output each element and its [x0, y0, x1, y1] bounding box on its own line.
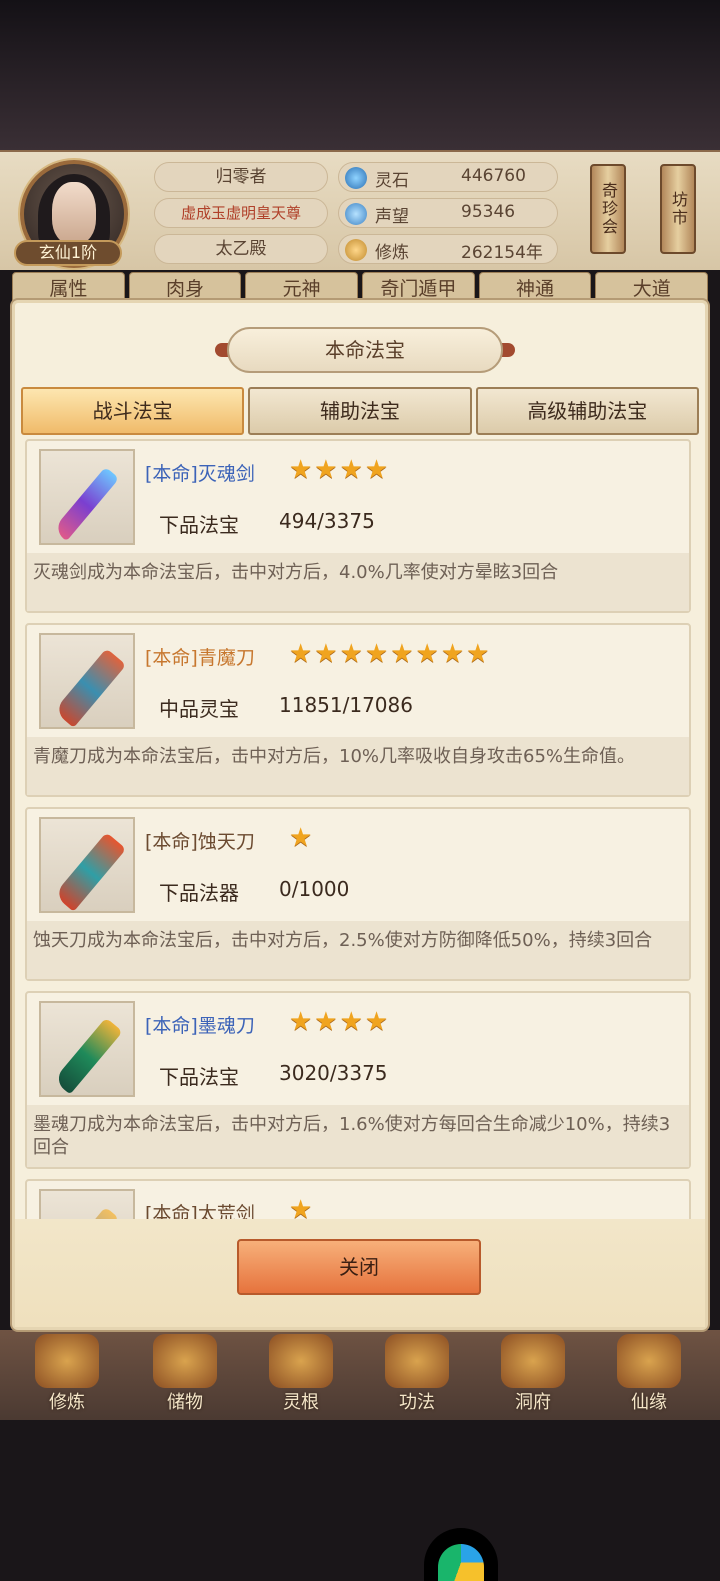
nav-techniques[interactable]: 功法 — [372, 1334, 462, 1416]
item-name: [本命]灭魂剑 — [145, 463, 255, 485]
blade-graphic — [53, 832, 127, 912]
tab-support-treasure[interactable]: 辅助法宝 — [248, 387, 472, 435]
saber-icon — [39, 633, 135, 729]
item-grade: 中品灵宝 — [159, 697, 239, 721]
modal-footer: 关闭 — [15, 1219, 705, 1327]
list-item[interactable]: [本命]灭魂剑 ★★★★ 下品法宝 494/3375 灭魂剑成为本命法宝后，击中… — [25, 439, 691, 613]
tab-combat-treasure[interactable]: 战斗法宝 — [21, 387, 245, 435]
nav-spirit-root[interactable]: 灵根 — [256, 1334, 346, 1416]
cultivation-icon — [345, 239, 367, 261]
nav-storage[interactable]: 储物 — [140, 1334, 230, 1416]
avatar-face — [52, 182, 96, 244]
sword-icon — [39, 1189, 135, 1219]
spirit-stone-icon — [345, 167, 367, 189]
resource-cultivation: 修炼 262154年 — [338, 234, 558, 264]
item-grade: 下品法宝 — [159, 1065, 239, 1089]
resource-value: 95346 — [461, 202, 516, 222]
sword-icon — [39, 449, 135, 545]
cultivate-icon — [35, 1334, 99, 1388]
item-name: [本命]墨魂刀 — [145, 1015, 255, 1037]
storage-icon — [153, 1334, 217, 1388]
rank-badge: 玄仙1阶 — [14, 240, 122, 266]
item-progress: 3020/3375 — [279, 1061, 388, 1085]
player-title: 虚成玉虚明皇天尊 — [154, 198, 328, 228]
resource-label: 灵石 — [375, 171, 409, 191]
item-progress: 11851/17086 — [279, 693, 413, 717]
resource-value: 262154年 — [461, 243, 543, 263]
treasure-tabs: 战斗法宝 辅助法宝 高级辅助法宝 — [21, 387, 699, 435]
item-description: 蚀天刀成为本命法宝后，击中对方后，2.5%使对方防御降低50%，持续3回合 — [27, 921, 689, 979]
close-button[interactable]: 关闭 — [237, 1239, 481, 1295]
item-progress: 494/3375 — [279, 509, 375, 533]
item-description: 墨魂刀成为本命法宝后，击中对方后，1.6%使对方每回合生命减少10%，持续3回合 — [27, 1105, 689, 1167]
list-item[interactable]: [本命]蚀天刀 ★ 下品法器 0/1000 蚀天刀成为本命法宝后，击中对方后，2… — [25, 807, 691, 981]
nav-label: 功法 — [399, 1392, 435, 1413]
fate-icon — [617, 1334, 681, 1388]
player-header: 玄仙1阶 归零者 虚成玉虚明皇天尊 太乙殿 灵石 446760 声望 95346… — [0, 150, 720, 270]
cave-icon — [501, 1334, 565, 1388]
market-button[interactable]: 坊市 — [660, 164, 696, 254]
treasure-fair-button[interactable]: 奇珍会 — [590, 164, 626, 254]
item-progress: 0/1000 — [279, 877, 350, 901]
blade-graphic — [53, 648, 127, 728]
modal-title: 本命法宝 — [227, 327, 503, 373]
star-rating: ★ — [289, 823, 315, 853]
list-item[interactable]: [本命]墨魂刀 ★★★★ 下品法宝 3020/3375 墨魂刀成为本命法宝后，击… — [25, 991, 691, 1169]
blade-graphic — [52, 1206, 120, 1219]
spirit-root-icon — [269, 1334, 333, 1388]
item-description: 青魔刀成为本命法宝后，击中对方后，10%几率吸收自身攻击65%生命值。 — [27, 737, 689, 795]
resource-reputation: 声望 95346 — [338, 198, 558, 228]
item-description: 灭魂剑成为本命法宝后，击中对方后，4.0%几率使对方晕眩3回合 — [27, 553, 689, 611]
star-rating: ★★★★★★★★ — [289, 639, 492, 669]
nav-label: 修炼 — [49, 1392, 85, 1413]
nav-fate[interactable]: 仙缘 — [604, 1334, 694, 1416]
item-name: [本命]青魔刀 — [145, 647, 255, 669]
saber-icon — [39, 1001, 135, 1097]
natal-treasure-modal: 本命法宝 战斗法宝 辅助法宝 高级辅助法宝 [本命]灭魂剑 ★★★★ 下品法宝 … — [12, 300, 708, 1330]
list-item[interactable]: [本命]太荒剑 ★ — [25, 1179, 691, 1219]
item-name: [本命]蚀天刀 — [145, 831, 255, 853]
item-grade: 下品法器 — [159, 881, 239, 905]
top-background — [0, 0, 720, 150]
techniques-icon — [385, 1334, 449, 1388]
blade-graphic — [53, 1017, 123, 1095]
reputation-icon — [345, 203, 367, 225]
nav-label: 洞府 — [515, 1392, 551, 1413]
star-rating: ★★★★ — [289, 1007, 391, 1037]
star-rating: ★ — [289, 1195, 315, 1219]
nav-label: 储物 — [167, 1392, 203, 1413]
blade-graphic — [52, 466, 120, 542]
player-name: 归零者 — [154, 162, 328, 192]
resource-value: 446760 — [461, 166, 526, 186]
nav-cultivate[interactable]: 修炼 — [22, 1334, 112, 1416]
saber-icon — [39, 817, 135, 913]
item-grade: 下品法宝 — [159, 513, 239, 537]
resource-label: 声望 — [375, 207, 409, 227]
resource-spirit-stone: 灵石 446760 — [338, 162, 558, 192]
tab-advanced-support-treasure[interactable]: 高级辅助法宝 — [475, 387, 699, 435]
list-item[interactable]: [本命]青魔刀 ★★★★★★★★ 中品灵宝 11851/17086 青魔刀成为本… — [25, 623, 691, 797]
treasure-list[interactable]: [本命]灭魂剑 ★★★★ 下品法宝 494/3375 灭魂剑成为本命法宝后，击中… — [25, 439, 691, 1219]
nav-label: 灵根 — [283, 1392, 319, 1413]
nav-label: 仙缘 — [631, 1392, 667, 1413]
item-name: [本命]太荒剑 — [145, 1203, 255, 1219]
resource-label: 修炼 — [375, 243, 409, 263]
star-rating: ★★★★ — [289, 455, 391, 485]
bottom-nav: 修炼 储物 灵根 功法 洞府 仙缘 — [0, 1330, 720, 1420]
player-sect: 太乙殿 — [154, 234, 328, 264]
nav-cave[interactable]: 洞府 — [488, 1334, 578, 1416]
